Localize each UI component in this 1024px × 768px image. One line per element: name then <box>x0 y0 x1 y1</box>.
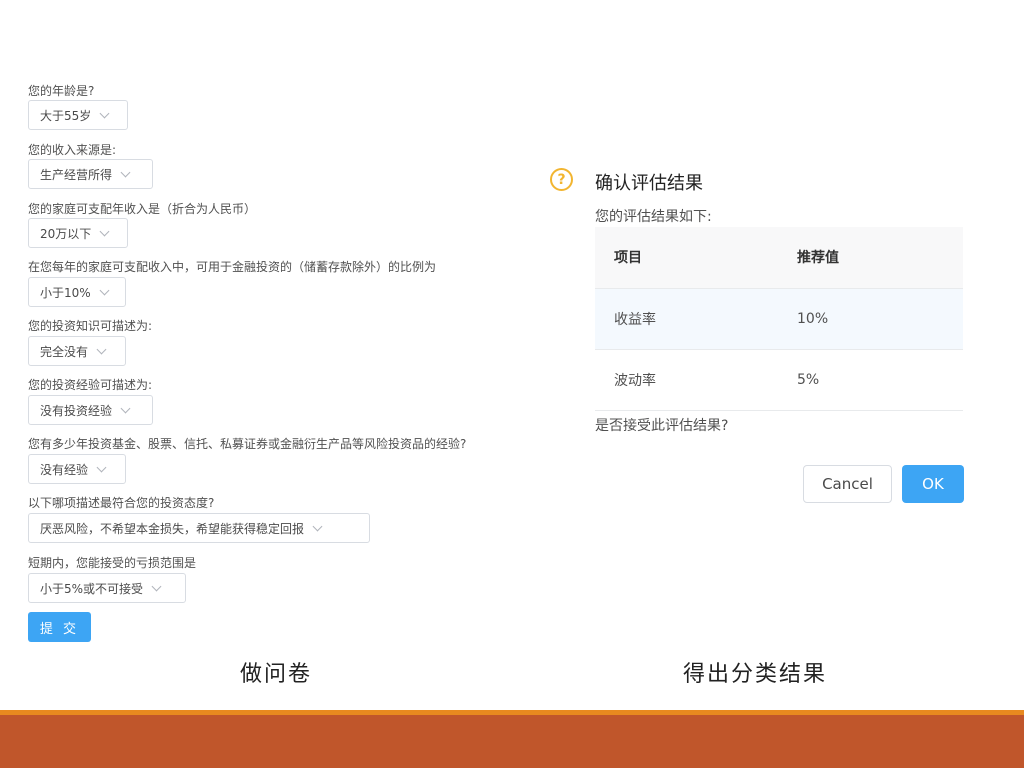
column-header-recommended: 推荐值 <box>778 227 963 289</box>
risk-investment-years-select[interactable]: 没有经验 <box>28 454 126 484</box>
chevron-down-icon <box>312 521 323 531</box>
select-value: 完全没有 <box>40 344 89 359</box>
loss-tolerance-select[interactable]: 小于5%或不可接受 <box>28 573 186 603</box>
question-label: 您有多少年投资基金、股票、信托、私募证券或金融衍生产品等风险投资品的经验? <box>28 437 467 451</box>
submit-button[interactable]: 提 交 <box>28 612 91 642</box>
caption-left: 做问卷 <box>240 662 313 687</box>
result-table: 项目 推荐值 收益率 10% 波动率 5% <box>595 227 963 411</box>
investment-experience-select[interactable]: 没有投资经验 <box>28 395 153 425</box>
question-label: 您的家庭可支配年收入是（折合为人民币） <box>28 202 257 216</box>
select-value: 生产经营所得 <box>40 167 113 182</box>
investment-ratio-select[interactable]: 小于10% <box>28 277 126 307</box>
question-label: 在您每年的家庭可支配收入中，可用于金融投资的（储蓄存款除外）的比例为 <box>28 260 437 274</box>
select-value: 小于5%或不可接受 <box>40 581 144 596</box>
question-label: 短期内，您能接受的亏损范围是 <box>28 556 197 570</box>
question-circle-icon: ? <box>550 168 573 191</box>
age-select[interactable]: 大于55岁 <box>28 100 128 130</box>
select-value: 小于10% <box>40 285 91 300</box>
question-label: 您的年龄是? <box>28 84 95 98</box>
investment-knowledge-select[interactable]: 完全没有 <box>28 336 126 366</box>
chevron-down-icon <box>99 285 110 295</box>
column-header-item: 项目 <box>595 227 778 289</box>
chevron-down-icon <box>120 167 131 177</box>
chevron-down-icon <box>99 108 110 118</box>
caption-right: 得出分类结果 <box>683 662 828 687</box>
table-row: 波动率 5% <box>595 349 963 411</box>
table-header-row: 项目 推荐值 <box>595 227 963 289</box>
chevron-down-icon <box>151 581 162 591</box>
dialog-title: 确认评估结果 <box>595 173 703 194</box>
select-value: 没有投资经验 <box>40 403 113 418</box>
chevron-down-icon <box>99 226 110 236</box>
question-label: 您的投资知识可描述为: <box>28 319 153 333</box>
select-value: 厌恶风险，不希望本金损失，希望能获得稳定回报 <box>40 521 305 536</box>
table-cell: 波动率 <box>595 349 778 411</box>
chevron-down-icon <box>120 403 131 413</box>
question-label: 您的投资经验可描述为: <box>28 378 153 392</box>
question-label: 您的收入来源是: <box>28 143 117 157</box>
question-label: 以下哪项描述最符合您的投资态度? <box>28 496 215 510</box>
dialog-question: 是否接受此评估结果? <box>595 418 729 434</box>
chevron-down-icon <box>96 344 107 354</box>
select-value: 没有经验 <box>40 462 89 477</box>
cancel-button[interactable]: Cancel <box>803 465 892 503</box>
dialog-description: 您的评估结果如下: <box>595 209 712 225</box>
income-source-select[interactable]: 生产经营所得 <box>28 159 153 189</box>
table-cell: 5% <box>778 349 963 411</box>
table-cell: 10% <box>778 288 963 350</box>
table-cell: 收益率 <box>595 288 778 350</box>
investment-attitude-select[interactable]: 厌恶风险，不希望本金损失，希望能获得稳定回报 <box>28 513 370 543</box>
table-row: 收益率 10% <box>595 288 963 350</box>
select-value: 大于55岁 <box>40 108 92 123</box>
ok-button[interactable]: OK <box>902 465 964 503</box>
select-value: 20万以下 <box>40 226 92 241</box>
chevron-down-icon <box>96 462 107 472</box>
annual-income-select[interactable]: 20万以下 <box>28 218 128 248</box>
footer-band <box>0 715 1024 768</box>
